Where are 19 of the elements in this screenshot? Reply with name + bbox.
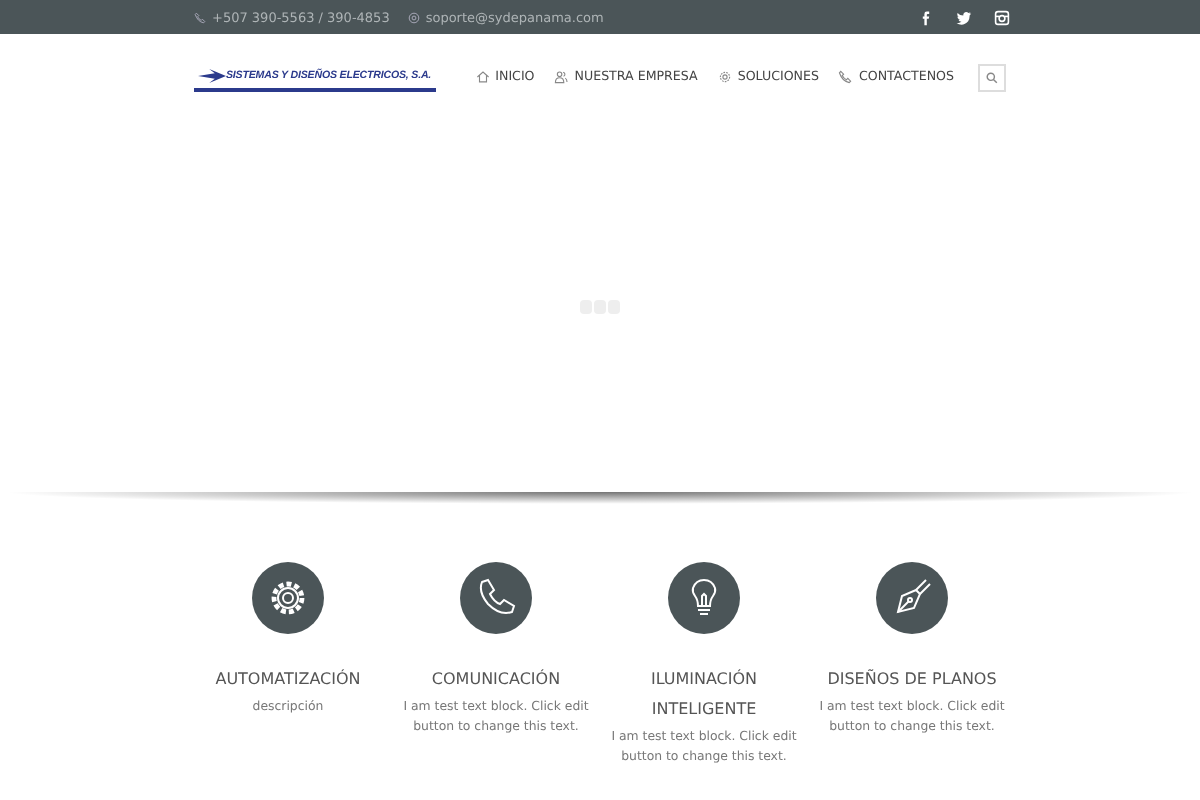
feature-title: ILUMINACIÓN INTELIGENTE xyxy=(648,667,760,722)
feature-title: DISEÑOS DE PLANOS xyxy=(827,667,997,692)
gear-icon xyxy=(252,562,324,634)
pen-nib-icon xyxy=(876,562,948,634)
search-icon xyxy=(986,71,998,83)
camera-icon[interactable] xyxy=(994,9,1010,25)
phone-icon xyxy=(194,11,206,23)
at-sign-icon xyxy=(407,11,420,23)
phone-icon xyxy=(460,562,532,634)
home-icon xyxy=(475,70,490,84)
feature-title: AUTOMATIZACIÓN xyxy=(213,667,363,692)
facebook-icon[interactable] xyxy=(918,9,934,25)
phone-icon xyxy=(838,70,853,84)
people-icon xyxy=(554,70,569,84)
gear-icon xyxy=(717,70,732,84)
search-button[interactable] xyxy=(978,63,1006,91)
twitter-icon[interactable] xyxy=(956,9,972,25)
feature-title: COMUNICACIÓN xyxy=(429,667,563,692)
light-bulb-icon xyxy=(668,562,740,634)
